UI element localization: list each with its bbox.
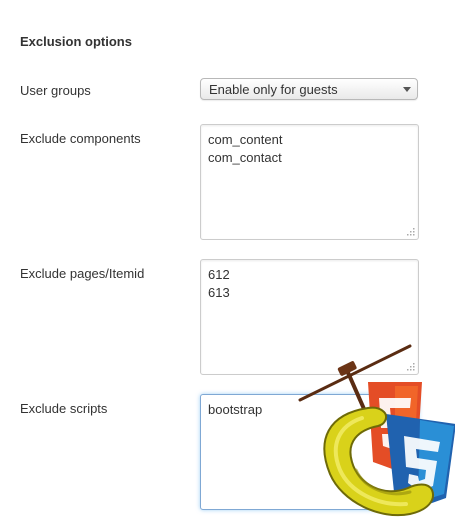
user-groups-label: User groups [20, 83, 91, 98]
html5-css3-clamp-logo [298, 344, 455, 517]
user-groups-select[interactable]: Enable only for guests [200, 78, 418, 100]
textarea-line: com_contact [208, 150, 282, 165]
exclude-components-label: Exclude components [20, 131, 141, 146]
textarea-line: 612 [208, 267, 230, 282]
exclude-pages-label: Exclude pages/Itemid [20, 266, 145, 281]
chevron-down-icon[interactable] [403, 87, 411, 92]
textarea-line: com_content [208, 132, 283, 147]
exclude-scripts-label: Exclude scripts [20, 401, 108, 416]
textarea-line: 613 [208, 285, 230, 300]
exclude-components-textarea[interactable]: com_content com_contact [200, 124, 419, 240]
user-groups-selected-value: Enable only for guests [209, 82, 338, 97]
section-title: Exclusion options [20, 34, 132, 49]
resize-grip-icon[interactable] [405, 226, 415, 236]
